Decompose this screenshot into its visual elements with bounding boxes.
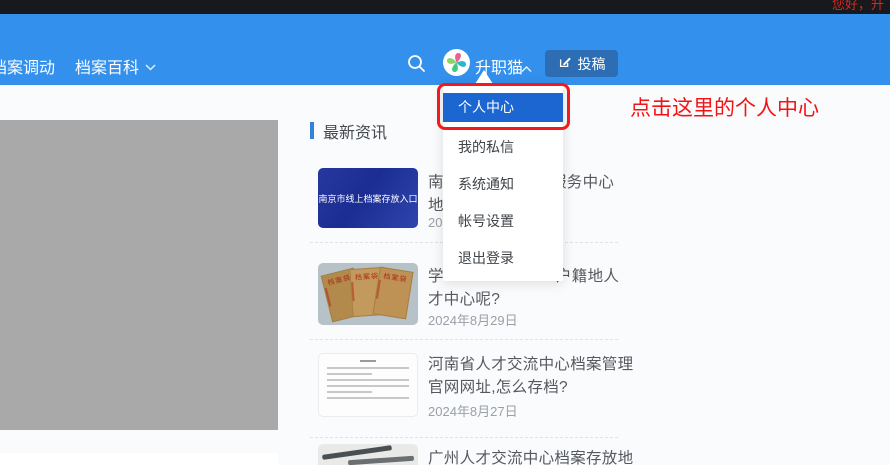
document-line [327, 367, 409, 369]
left-content-placeholder [0, 120, 278, 430]
document-line [327, 391, 373, 393]
chevron-up-icon[interactable] [521, 60, 532, 78]
news-title[interactable]: 河南省人才交流中心档案管理 [428, 352, 633, 374]
envelope-frame [324, 287, 332, 307]
news-title-fragment[interactable]: 地 [428, 193, 444, 215]
envelope-frame [375, 279, 381, 299]
news-section-title: 最新资讯 [323, 125, 388, 142]
scissors-blade [347, 455, 415, 465]
dropdown-item-account-settings[interactable]: 帐号设置 [443, 211, 563, 231]
dropdown-caret [475, 70, 493, 84]
news-title-fragment[interactable]: 才中心呢? [428, 287, 500, 309]
submit-post-label: 投稿 [577, 55, 606, 72]
news-thumbnail-scissors[interactable] [318, 444, 418, 465]
left-card-edge [0, 453, 278, 465]
dropdown-item-system-notifications[interactable]: 系统通知 [443, 174, 563, 194]
list-divider [310, 437, 618, 438]
news-title-fragment[interactable]: 户籍地人 [556, 264, 619, 286]
nav-item-label: 档案百科 [75, 60, 140, 77]
news-title-fragment[interactable]: 南 [428, 170, 444, 192]
news-title[interactable]: 官网网址,怎么存档? [428, 375, 568, 397]
top-utility-bar: 您好，升 [0, 0, 890, 14]
section-accent-bar [310, 122, 314, 139]
edit-icon [558, 55, 572, 72]
envelope-frame [351, 282, 355, 302]
list-divider [310, 339, 618, 340]
envelope-label: 档案袋 [354, 273, 380, 282]
document-line [359, 360, 377, 362]
news-title-fragment[interactable]: 学 [428, 264, 444, 286]
greeting-text: 您好，升 [831, 0, 884, 12]
pinwheel-logo [447, 53, 466, 72]
news-thumbnail-nanjing[interactable]: 南京市线上档案存放入口 [318, 168, 418, 228]
document-line [327, 385, 409, 387]
dropdown-item-my-messages[interactable]: 我的私信 [443, 137, 563, 157]
news-date: 2024年8月27日 [428, 404, 518, 419]
chevron-down-icon [145, 58, 156, 76]
envelope-label: 档案袋 [382, 273, 408, 285]
submit-post-button[interactable]: 投稿 [545, 50, 618, 77]
search-icon[interactable] [407, 54, 426, 73]
document-line [327, 373, 373, 375]
thumbnail-caption: 南京市线上档案存放入口 [318, 193, 418, 204]
main-navbar: 档案调动 档案百科 升职猫 投稿 [0, 14, 890, 85]
news-date: 2024年8月29日 [428, 313, 518, 328]
news-title[interactable]: 广州人才交流中心档案存放地 [428, 446, 633, 465]
document-line [327, 397, 409, 399]
nav-item-archive-transfer[interactable]: 档案调动 [0, 54, 55, 78]
news-thumbnail-document[interactable] [318, 353, 418, 417]
nav-item-archive-wiki[interactable]: 档案百科 [75, 54, 156, 78]
document-line [327, 379, 409, 381]
user-avatar[interactable] [443, 49, 470, 76]
dropdown-item-logout[interactable]: 退出登录 [443, 248, 563, 268]
news-thumbnail-envelopes[interactable]: 档案袋 档案袋 档案袋 [318, 263, 418, 325]
annotation-text: 点击这里的个人中心 [630, 97, 819, 120]
annotation-highlight-box [437, 83, 570, 130]
archive-envelope: 档案袋 [372, 266, 414, 320]
